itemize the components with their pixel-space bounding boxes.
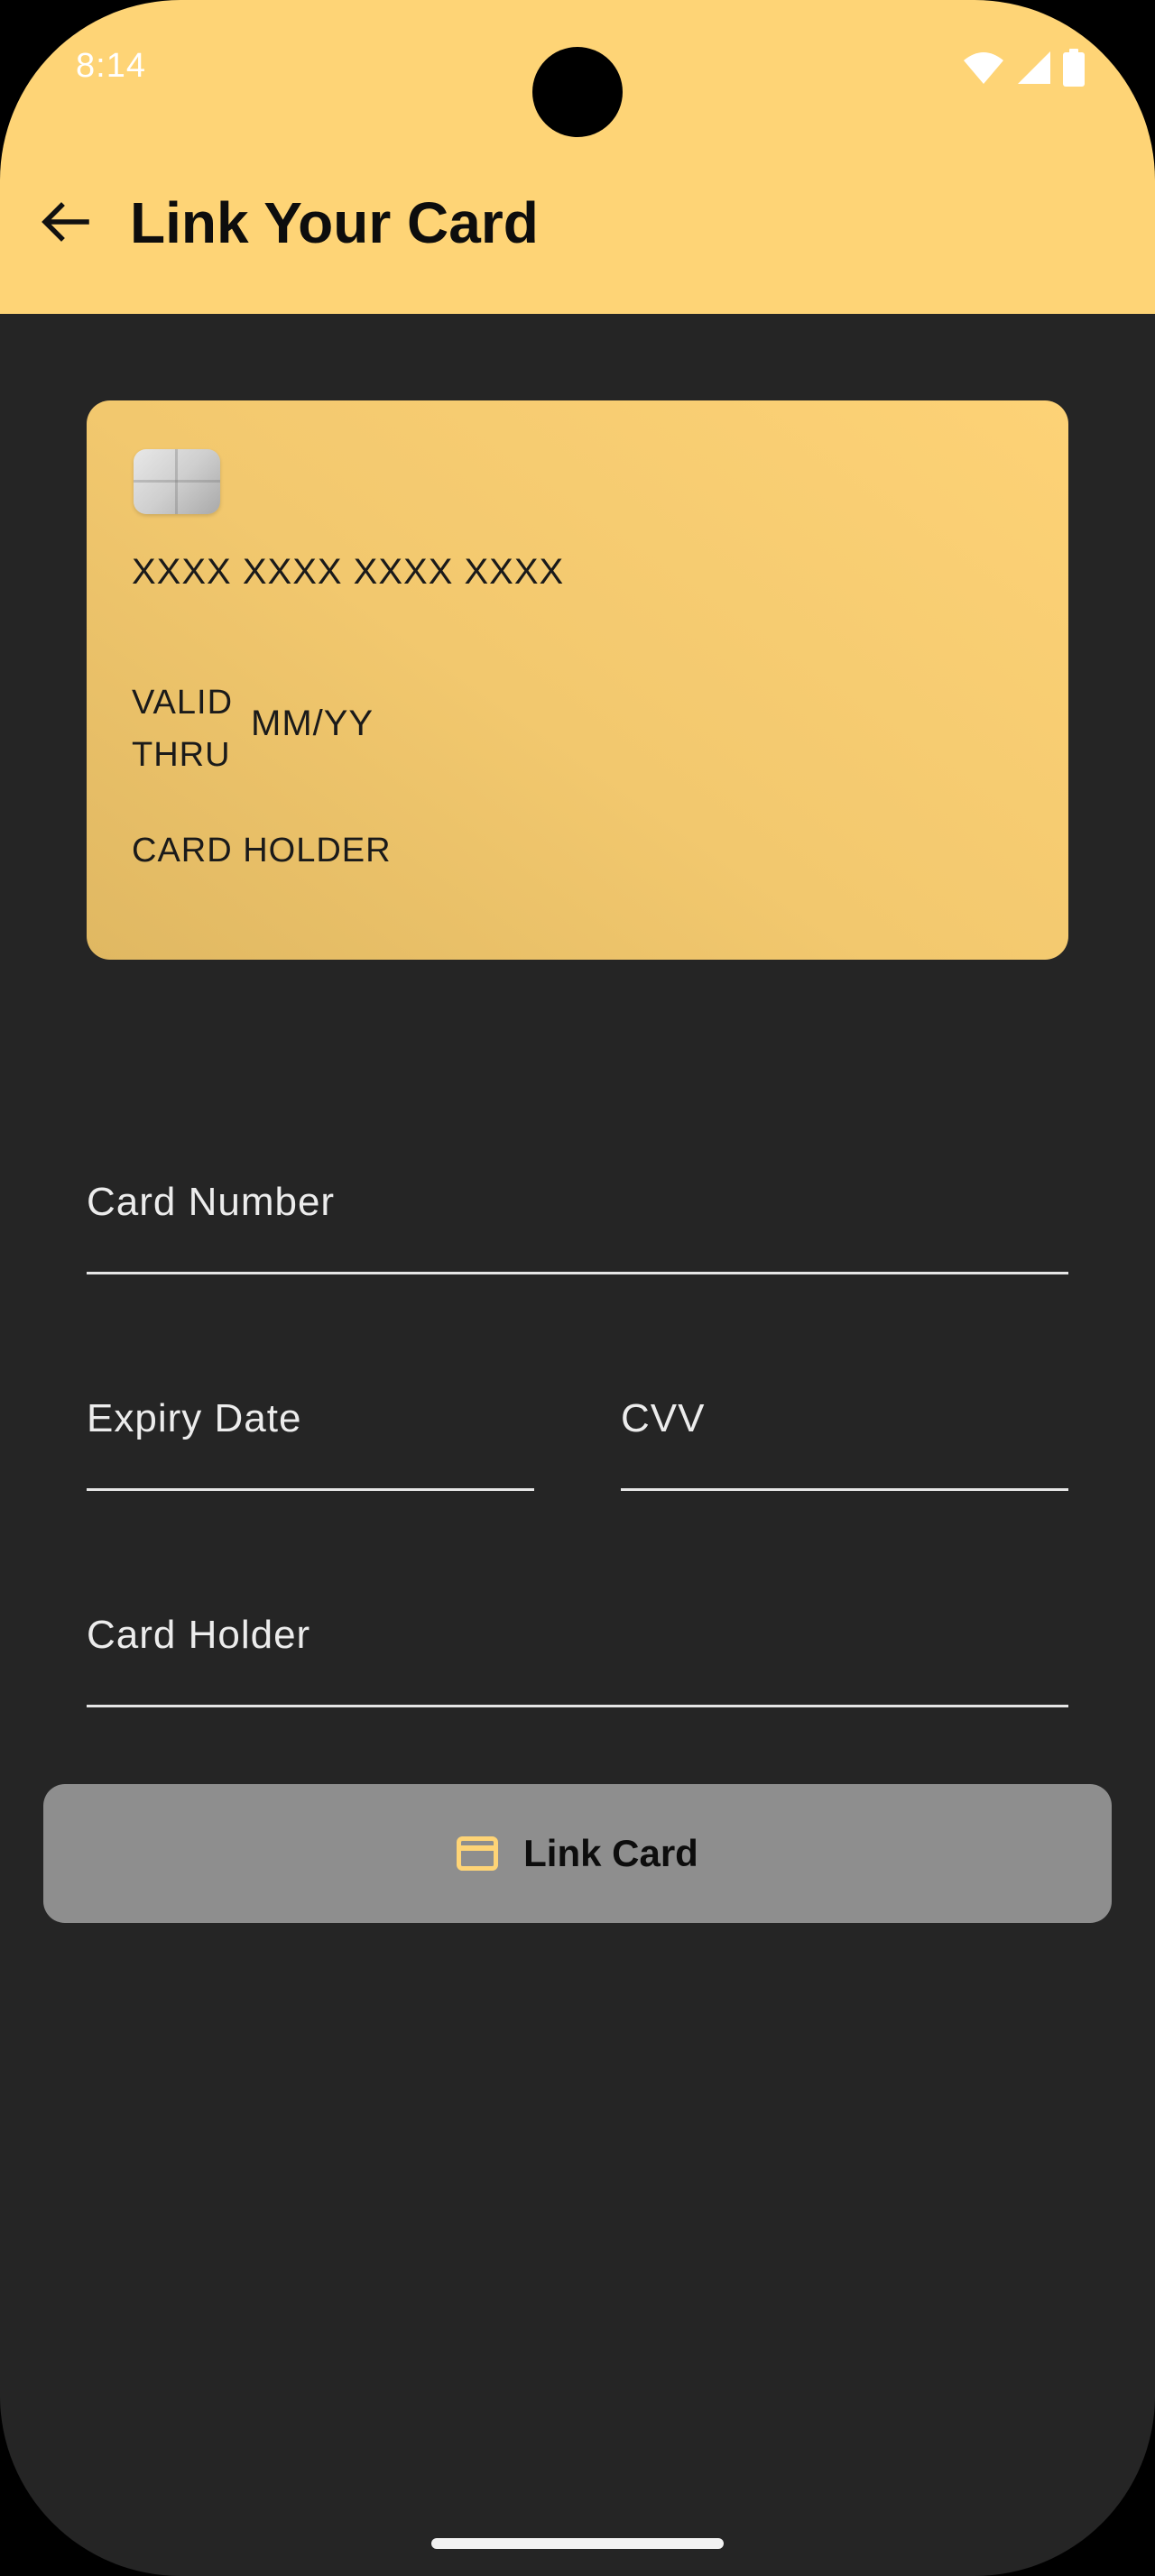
page-title: Link Your Card	[130, 190, 539, 255]
card-number-label: Card Number	[87, 1180, 336, 1224]
card-holder-label: Card Holder	[87, 1613, 311, 1657]
arrow-back-icon	[42, 202, 89, 242]
status-icons	[962, 49, 1085, 87]
expiry-date-field[interactable]: Expiry Date	[87, 1335, 534, 1491]
battery-icon	[1063, 49, 1085, 87]
link-card-button[interactable]: Link Card	[43, 1784, 1112, 1923]
status-time: 8:14	[76, 47, 146, 85]
card-preview: XXXX XXXX XXXX XXXX VALID THRU MM/YY CAR…	[87, 400, 1068, 960]
card-chip-icon	[134, 449, 220, 514]
valid-thru-label: VALID THRU	[132, 684, 234, 774]
card-holder-field[interactable]: Card Holder	[87, 1551, 1068, 1707]
expiry-preview: MM/YY	[251, 704, 374, 743]
wifi-icon	[964, 52, 1003, 84]
app-bar: 8:14 Link Your Card	[0, 0, 1155, 314]
link-card-button-label: Link Card	[523, 1832, 698, 1874]
home-indicator[interactable]	[431, 2538, 724, 2549]
cvv-label: CVV	[621, 1396, 706, 1440]
credit-card-icon	[457, 1836, 499, 1871]
cvv-field[interactable]: CVV	[621, 1335, 1068, 1491]
back-button[interactable]	[34, 191, 96, 253]
phone-screen: 8:14 Link Your Card XXXX XXXX XXXX XXXX …	[0, 0, 1155, 2576]
cellular-signal-icon	[1018, 51, 1050, 84]
camera-cutout	[532, 47, 623, 137]
card-number-preview: XXXX XXXX XXXX XXXX	[132, 552, 565, 592]
card-number-field[interactable]: Card Number	[87, 1118, 1068, 1274]
card-holder-preview: CARD HOLDER	[132, 832, 392, 869]
expiry-date-label: Expiry Date	[87, 1396, 302, 1440]
